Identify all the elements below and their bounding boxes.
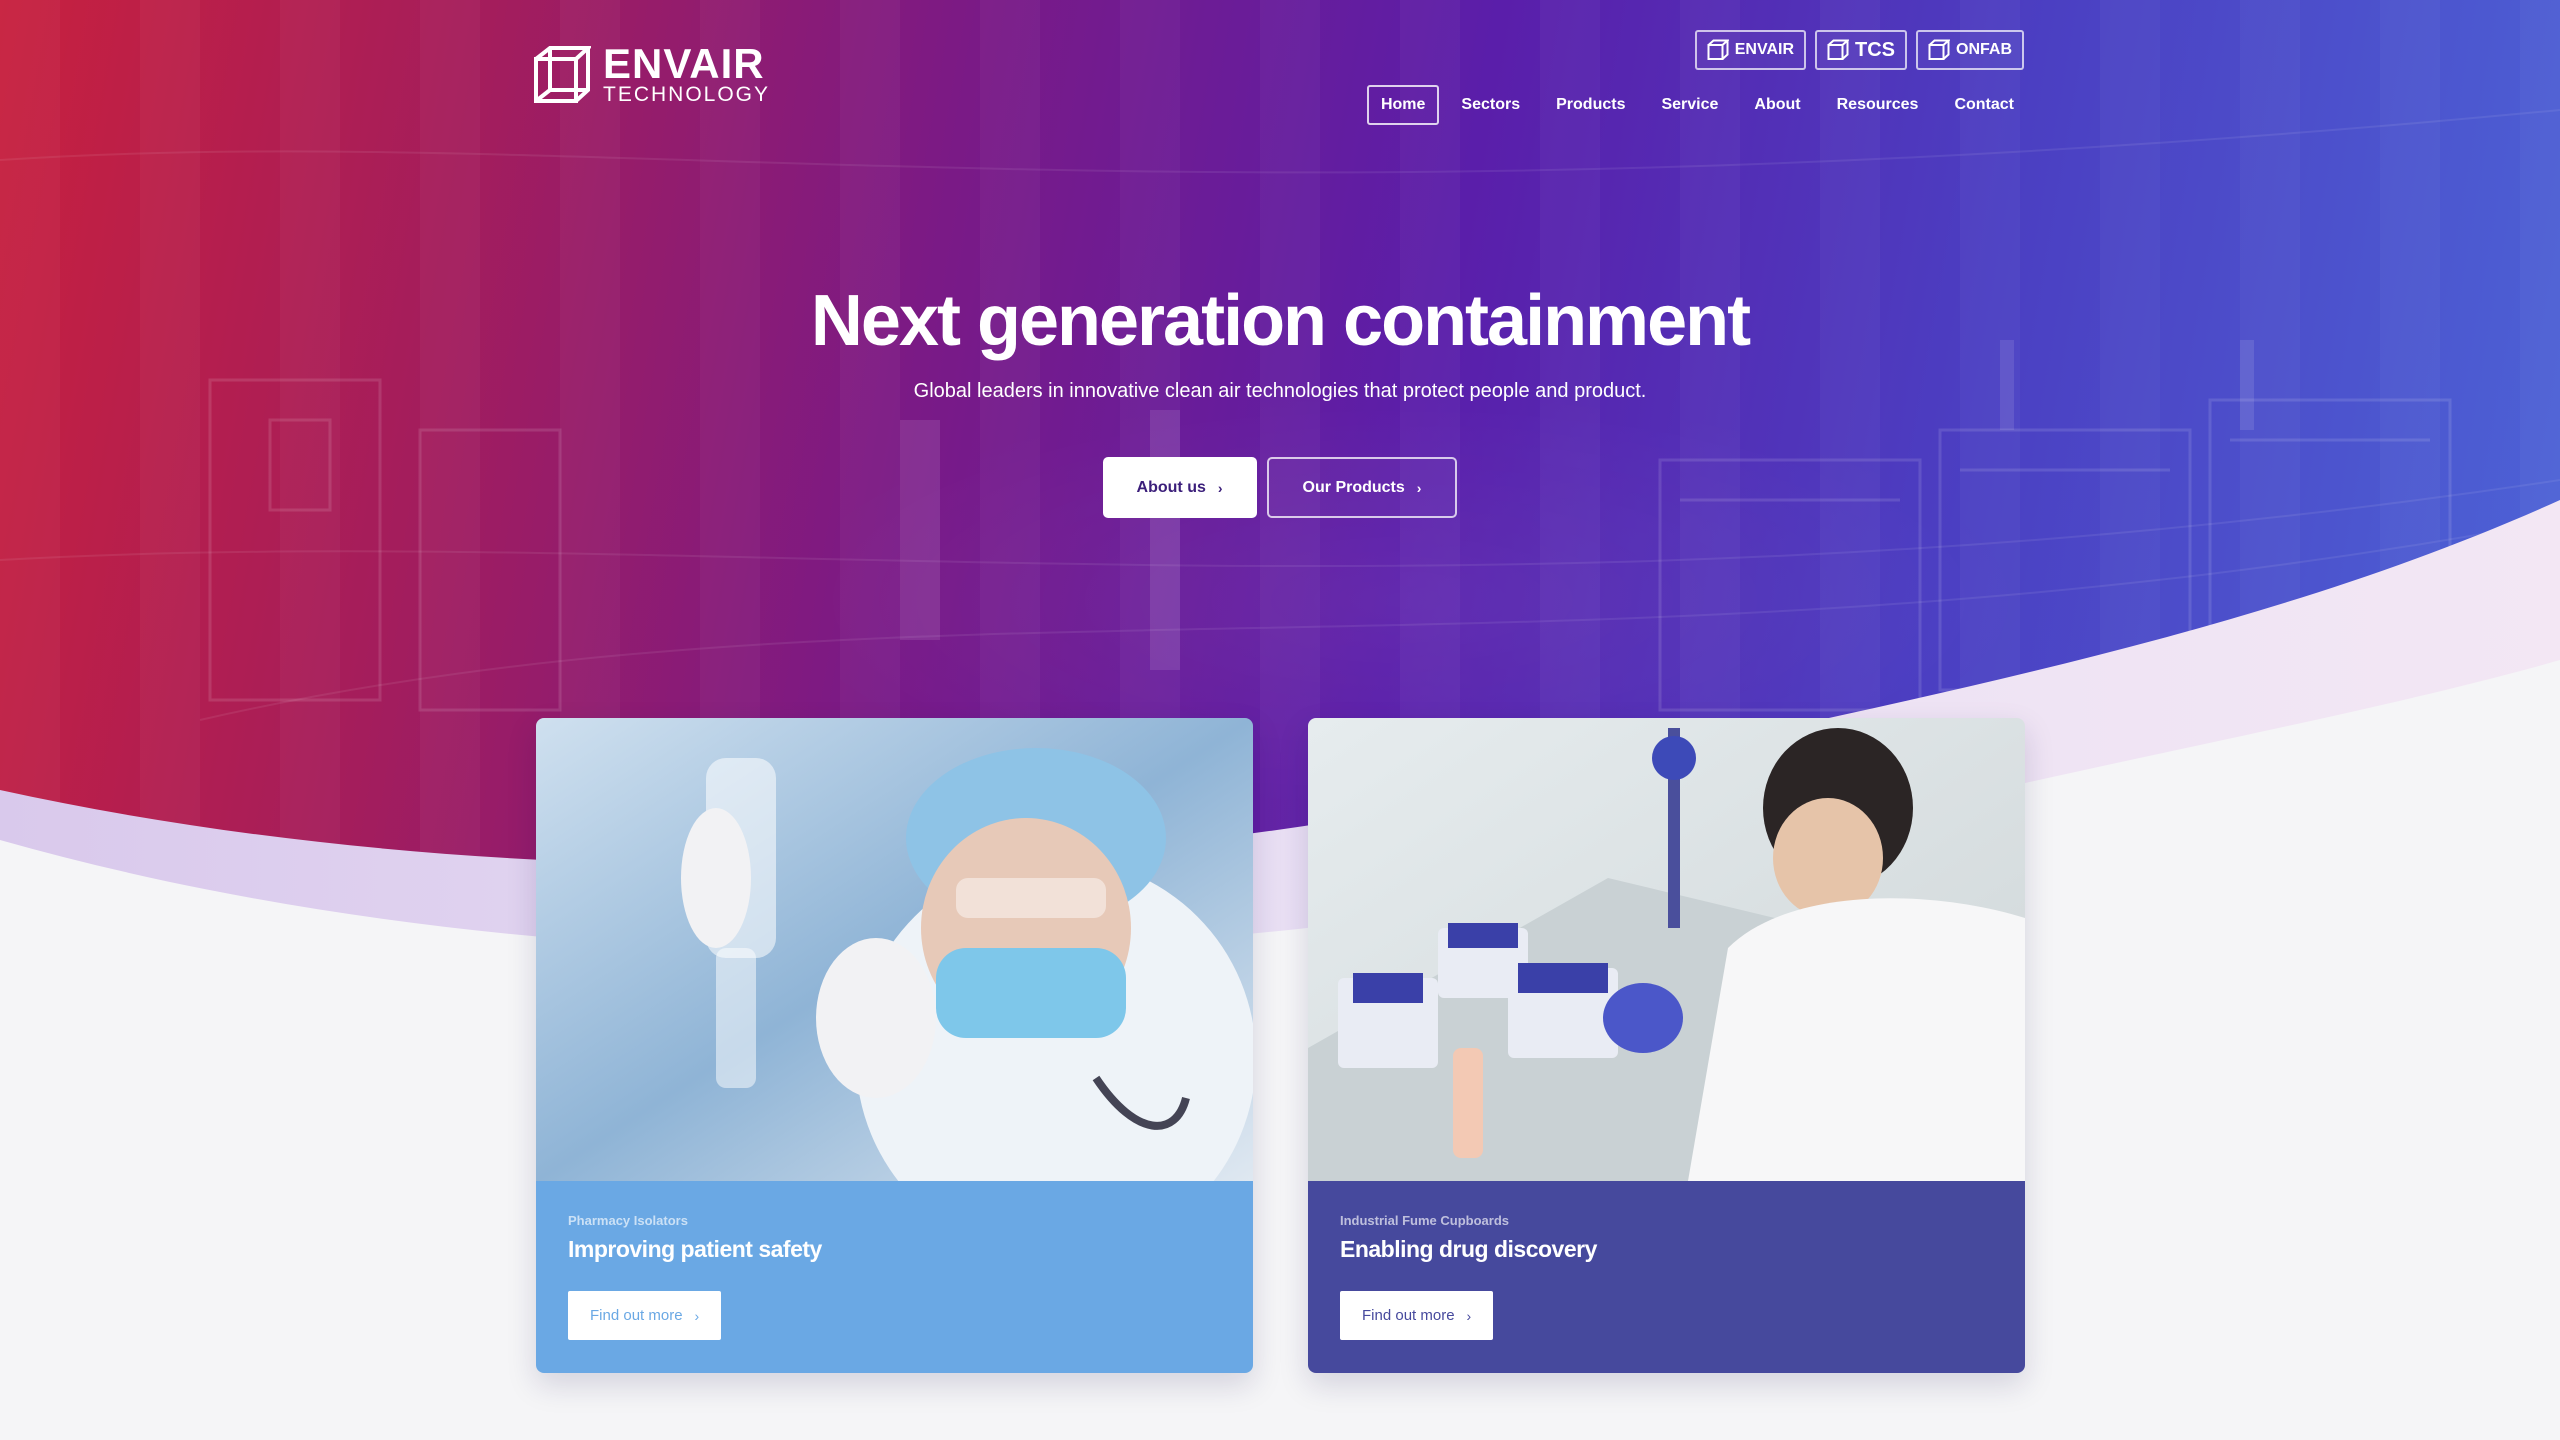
chevron-right-icon: › xyxy=(1466,1307,1472,1324)
hero-buttons: About us › Our Products › xyxy=(0,457,2560,518)
card-image-scientist xyxy=(1308,718,2025,1181)
brand-envair-label: ENVAIR xyxy=(1734,41,1794,58)
card-category: Industrial Fume Cupboards xyxy=(1340,1213,1510,1228)
hero-title: Next generation containment xyxy=(810,281,1751,361)
brand-onfab-label: ONFAB xyxy=(1956,41,2012,58)
card-pharmacy-isolators[interactable]: Pharmacy Isolators Improving patient saf… xyxy=(536,718,1253,1373)
nav-item-service[interactable]: Service xyxy=(1647,85,1732,125)
nav-item-home[interactable]: Home xyxy=(1366,85,1440,125)
find-out-more-label: Find out more xyxy=(1362,1307,1455,1324)
card-body: Pharmacy Isolators Improving patient saf… xyxy=(536,1181,1253,1373)
about-us-label: About us xyxy=(1136,478,1206,496)
chevron-right-icon: › xyxy=(1217,479,1223,496)
cube-icon xyxy=(1827,39,1849,60)
brand-onfab-button[interactable]: ONFAB xyxy=(1916,30,2024,70)
brand-tcs-button[interactable]: TCS xyxy=(1815,30,1907,70)
card-category: Pharmacy Isolators xyxy=(568,1213,688,1228)
nav-item-about[interactable]: About xyxy=(1740,85,1814,125)
brand-envair-button[interactable]: ENVAIR xyxy=(1694,30,1806,70)
nav-item-resources[interactable]: Resources xyxy=(1823,85,1933,125)
chevron-right-icon: › xyxy=(1416,479,1422,496)
brand-switcher: ENVAIR TCS ONFAB xyxy=(1694,30,2024,70)
find-out-more-button[interactable]: Find out more › xyxy=(568,1291,722,1340)
hero-subtitle: Global leaders in innovative clean air t… xyxy=(913,380,1647,402)
logo-wordmark: ENVAIR xyxy=(603,40,765,87)
our-products-button[interactable]: Our Products › xyxy=(1266,457,1458,518)
logo[interactable]: ENVAIR TECHNOLOGY xyxy=(533,40,771,106)
cube-icon xyxy=(534,46,591,103)
nav-item-sectors[interactable]: Sectors xyxy=(1447,85,1534,125)
find-out-more-label: Find out more xyxy=(590,1307,683,1324)
card-image-nurse xyxy=(536,718,1253,1181)
cube-icon xyxy=(1928,39,1950,60)
logo-subtitle: TECHNOLOGY xyxy=(603,83,771,106)
our-products-label: Our Products xyxy=(1302,478,1405,496)
cube-icon xyxy=(1707,39,1729,60)
main-nav: Home Sectors Products Service About Reso… xyxy=(1366,85,2028,125)
nav-item-contact[interactable]: Contact xyxy=(1940,85,2028,125)
chevron-right-icon: › xyxy=(694,1307,700,1324)
card-title: Improving patient safety xyxy=(568,1236,822,1262)
card-title: Enabling drug discovery xyxy=(1340,1236,1597,1262)
brand-tcs-label: TCS xyxy=(1855,38,1895,61)
find-out-more-button[interactable]: Find out more › xyxy=(1340,1291,1494,1340)
card-industrial-fume-cupboards[interactable]: Industrial Fume Cupboards Enabling drug … xyxy=(1308,718,2025,1373)
card-body: Industrial Fume Cupboards Enabling drug … xyxy=(1308,1181,2025,1373)
nav-item-products[interactable]: Products xyxy=(1542,85,1639,125)
hero-wave xyxy=(0,500,2560,1440)
about-us-button[interactable]: About us › xyxy=(1102,457,1257,518)
